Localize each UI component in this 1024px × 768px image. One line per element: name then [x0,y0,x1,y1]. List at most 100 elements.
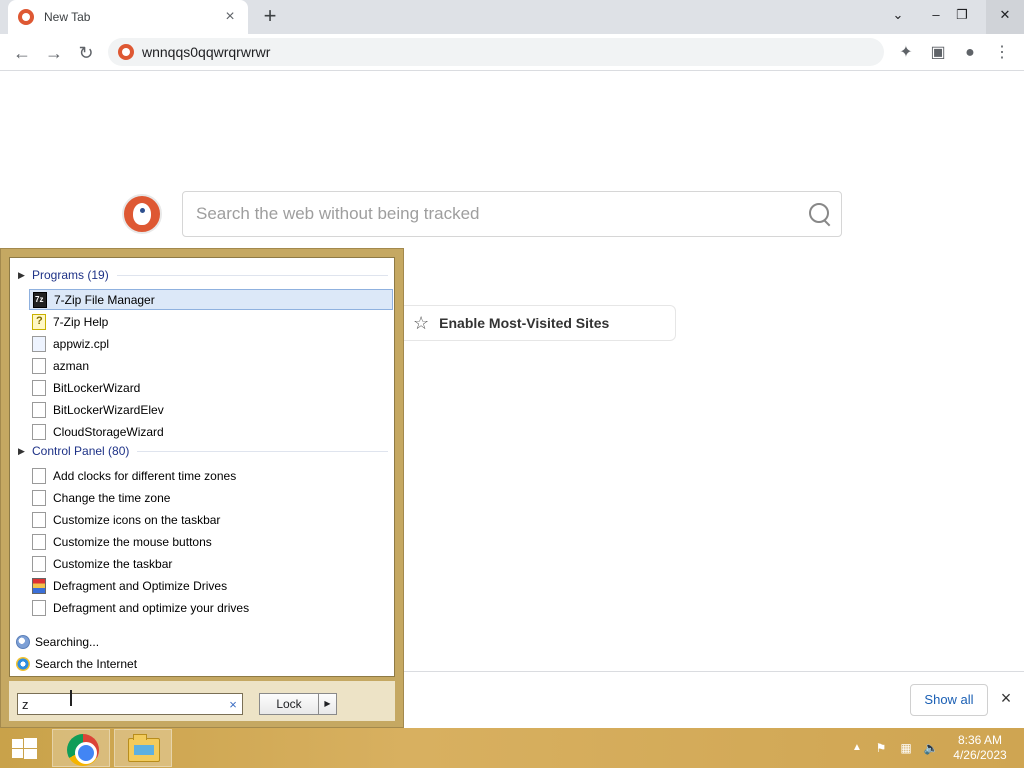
list-item[interactable]: BitLockerWizardElev [29,399,393,420]
list-item[interactable]: CloudStorageWizard [29,421,393,442]
list-item[interactable]: Defragment and Optimize Drives [29,575,393,596]
list-item[interactable]: appwiz.cpl [29,333,393,354]
item-label: Add clocks for different time zones [53,468,237,483]
item-label: Defragment and optimize your drives [53,600,250,615]
expand-triangle-icon: ▶ [18,269,25,280]
item-label: CloudStorageWizard [53,424,164,439]
profile-avatar-icon[interactable]: ● [956,39,984,67]
tab-search-icon[interactable]: ⌄ [882,0,914,34]
file-icon [32,555,46,572]
site-favicon-icon [118,44,134,60]
list-item[interactable]: Defragment and optimize your drives [29,597,393,618]
ddg-search-placeholder: Search the web without being tracked [196,204,480,223]
list-item[interactable]: Add clocks for different time zones [29,465,393,486]
7zip-icon [33,291,47,308]
group-label: Programs (19) [32,268,109,282]
search-internet-label: Search the Internet [35,657,138,671]
item-label: Customize icons on the taskbar [53,512,221,527]
item-label: Change the time zone [53,490,171,505]
group-programs[interactable]: ▶ Programs (19) [18,266,388,284]
network-icon[interactable]: ▦ [895,728,917,768]
item-label: Customize the mouse buttons [53,534,212,549]
extensions-puzzle-icon[interactable]: ✦ [892,39,920,67]
help-file-icon [32,313,46,330]
item-label: azman [53,358,90,373]
file-icon [32,357,46,374]
taskbar-chrome[interactable] [52,729,110,767]
lock-button[interactable]: Lock ▶ [259,693,337,715]
star-icon: ☆ [413,312,430,333]
show-hidden-icons-icon[interactable]: ▲ [848,728,866,768]
tab-new-tab[interactable]: New Tab × [8,0,248,34]
search-internet-row[interactable]: Search the Internet [16,654,386,674]
file-icon [32,423,46,440]
file-icon [32,533,46,550]
windows-start-icon[interactable] [4,732,44,764]
divider [116,274,388,276]
cpl-file-icon [32,335,46,352]
file-icon [32,489,46,506]
duckduckgo-favicon-icon [18,9,34,25]
tab-close-icon[interactable]: × [222,8,238,26]
ddg-search-box[interactable]: Search the web without being tracked [182,191,842,237]
enable-most-visited-button[interactable]: ☆ Enable Most-Visited Sites [396,305,676,341]
address-bar[interactable]: wnnqqs0qqwrqrwrwr [108,38,884,66]
item-label: Customize the taskbar [53,556,173,571]
list-item[interactable]: 7-Zip Help [29,311,393,332]
file-explorer-icon [128,734,160,762]
divider [137,450,388,452]
menu-kebab-icon[interactable]: ⋮ [988,39,1016,67]
taskbar-file-explorer[interactable] [114,729,172,767]
search-value: z [22,696,29,712]
duckduckgo-logo-icon [122,194,162,234]
defrag-icon [32,577,46,594]
start-menu-footer: z × Lock ▶ [9,681,395,721]
volume-muted-icon[interactable]: 🔈 [920,728,942,768]
chrome-icon [67,734,99,766]
taskbar: ▲ ⚑ ▦ 🔈 8:36 AM 4/26/2023 [0,728,1024,768]
show-all-button[interactable]: Show all [910,684,988,716]
bottom-bar-close-icon[interactable]: × [996,686,1016,710]
forward-icon[interactable]: → [40,39,68,67]
clock-date: 4/26/2023 [953,748,1007,762]
address-text: wnnqqs0qqwrqrwrwr [142,44,271,60]
start-search-input[interactable]: z × [17,693,243,715]
item-label: BitLockerWizard [53,380,141,395]
start-menu: ▶ Programs (19) 7-Zip File Manager 7-Zip… [0,248,404,728]
list-item[interactable]: Change the time zone [29,487,393,508]
side-panel-icon[interactable]: ▣ [924,39,952,67]
close-window-icon[interactable]: ✕ [986,0,1024,34]
expand-triangle-icon: ▶ [18,445,25,456]
tab-strip: New Tab × + ⌄ – ❐ ✕ [0,0,1024,34]
list-item[interactable]: 7-Zip File Manager [29,289,393,310]
file-icon [32,467,46,484]
clear-search-icon[interactable]: × [224,697,242,712]
browser-toolbar: ← → ↻ wnnqqs0qqwrqrwrwr ✦ ▣ ● ⋮ [0,34,1024,71]
file-icon [32,379,46,396]
action-center-flag-icon[interactable]: ⚑ [870,728,892,768]
list-item[interactable]: azman [29,355,393,376]
searching-row: Searching... [16,632,386,652]
searching-label: Searching... [35,635,100,649]
tab-title: New Tab [44,10,91,24]
group-label: Control Panel (80) [32,444,130,458]
list-item[interactable]: Customize icons on the taskbar [29,509,393,530]
item-label: 7-Zip Help [53,314,109,329]
group-control-panel[interactable]: ▶ Control Panel (80) [18,442,388,460]
internet-explorer-icon [16,657,30,671]
list-item[interactable]: Customize the mouse buttons [29,531,393,552]
clock-time: 8:36 AM [957,733,1003,747]
text-cursor-icon [70,690,72,706]
restore-icon[interactable]: ❐ [946,0,978,34]
item-label: BitLockerWizardElev [53,402,164,417]
search-icon[interactable] [797,192,841,236]
item-label: 7-Zip File Manager [54,292,155,307]
list-item[interactable]: Customize the taskbar [29,553,393,574]
clock[interactable]: 8:36 AM 4/26/2023 [950,733,1010,763]
lock-options-arrow-icon[interactable]: ▶ [318,694,336,714]
new-tab-button[interactable]: + [258,4,282,28]
list-item[interactable]: BitLockerWizard [29,377,393,398]
reload-icon[interactable]: ↻ [72,39,100,67]
back-icon[interactable]: ← [8,39,36,67]
start-menu-results: ▶ Programs (19) 7-Zip File Manager 7-Zip… [9,257,395,677]
